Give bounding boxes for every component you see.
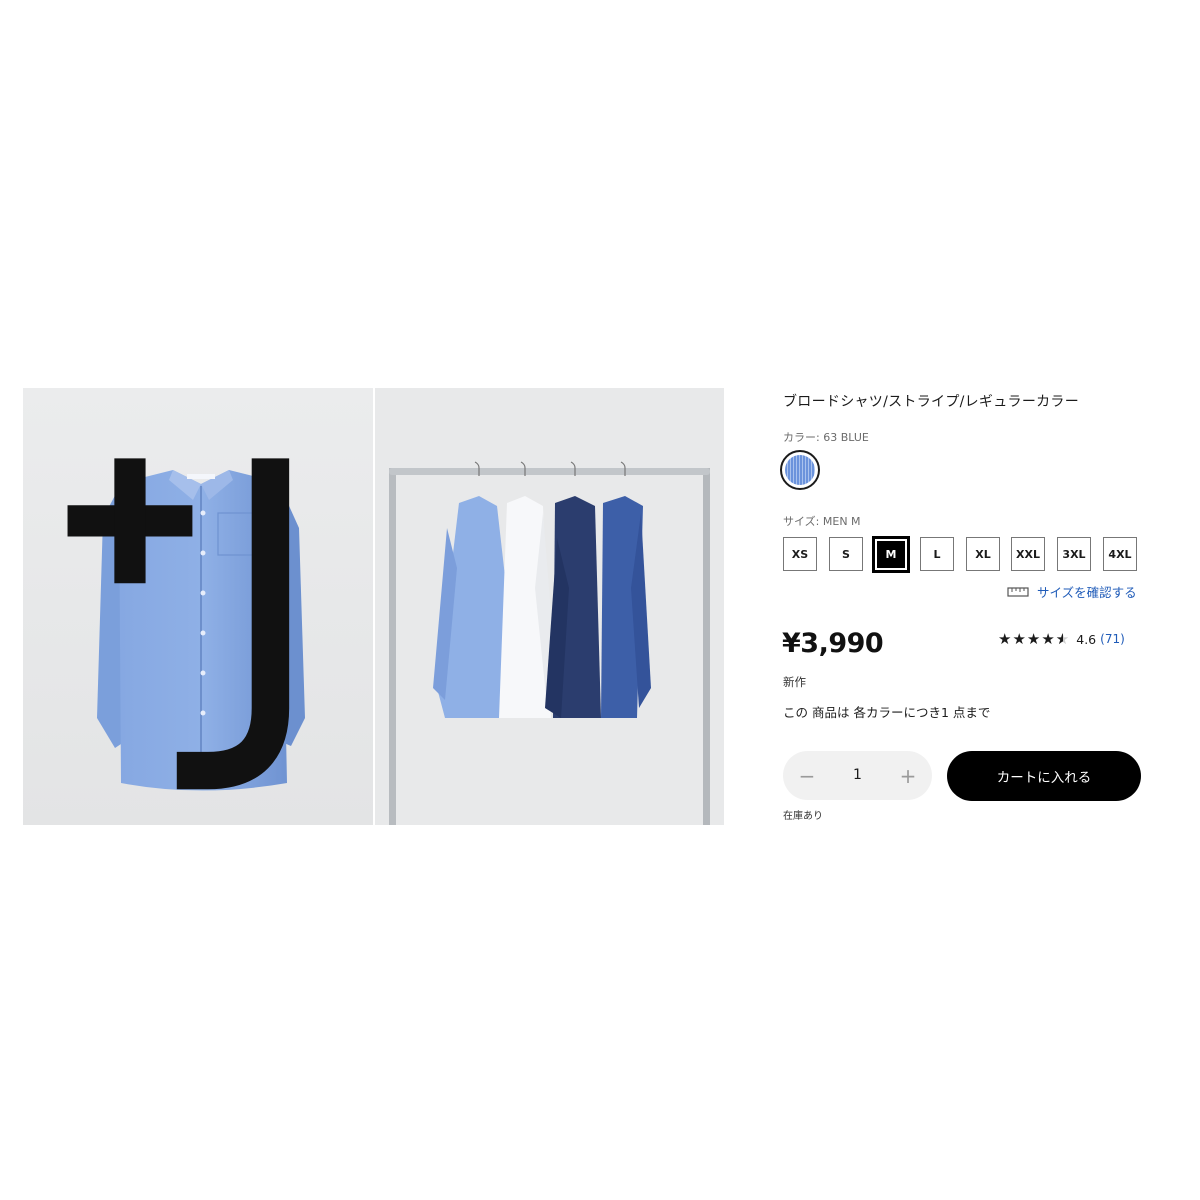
half-star-icon: ★★ [1055,630,1071,648]
clothing-rack-photo [375,388,724,825]
size-guide-link[interactable]: サイズを確認する [1007,582,1137,601]
size-option-m[interactable]: M [872,536,910,573]
product-rack-image[interactable] [375,388,724,825]
half-star-fill: ★ [1056,630,1063,648]
ruler-icon [1007,586,1029,597]
product-main-image[interactable] [23,388,373,825]
product-title: ブロードシャツ/ストライプ/レギュラーカラー [783,394,1080,410]
size-option-4xl[interactable]: 4XL [1103,537,1137,571]
stock-status: 在庫あり [783,811,823,822]
size-option-xs[interactable]: XS [783,537,817,571]
quantity-value[interactable]: 1 [831,751,884,800]
rating-full-stars: ★★★★ [998,630,1056,648]
new-badge: 新作 [783,675,806,689]
purchase-limit-note: この 商品は 各カラーにつき1 点まで [783,705,991,720]
size-option-xxl[interactable]: XXL [1011,537,1045,571]
review-count-link[interactable]: (71) [1100,632,1125,646]
quantity-stepper: − 1 + [783,751,932,800]
color-label: カラー: 63 BLUE [783,431,869,444]
blue-stripe-swatch-icon [785,455,815,485]
size-option-3xl[interactable]: 3XL [1057,537,1091,571]
rating-value: 4.6 [1076,631,1097,647]
product-price: ¥3,990 [782,628,884,659]
add-to-cart-button[interactable]: カートに入れる [947,751,1141,801]
quantity-decrease-button[interactable]: − [783,751,831,800]
size-option-s[interactable]: S [829,537,863,571]
size-selector: XS S M L XL XXL 3XL 4XL [783,536,1143,573]
size-option-l[interactable]: L [920,537,954,571]
color-swatch-blue[interactable] [780,450,820,490]
product-rating[interactable]: ★★★★ ★★ 4.6 (71) [998,630,1125,648]
quantity-increase-button[interactable]: + [884,751,932,800]
size-option-xl[interactable]: XL [966,537,1000,571]
rating-stars-icon: ★★★★ ★★ [998,630,1070,648]
size-guide-label[interactable]: サイズを確認する [1037,582,1137,601]
size-label: サイズ: MEN M [783,515,861,528]
plus-j-logo-icon [67,458,290,790]
